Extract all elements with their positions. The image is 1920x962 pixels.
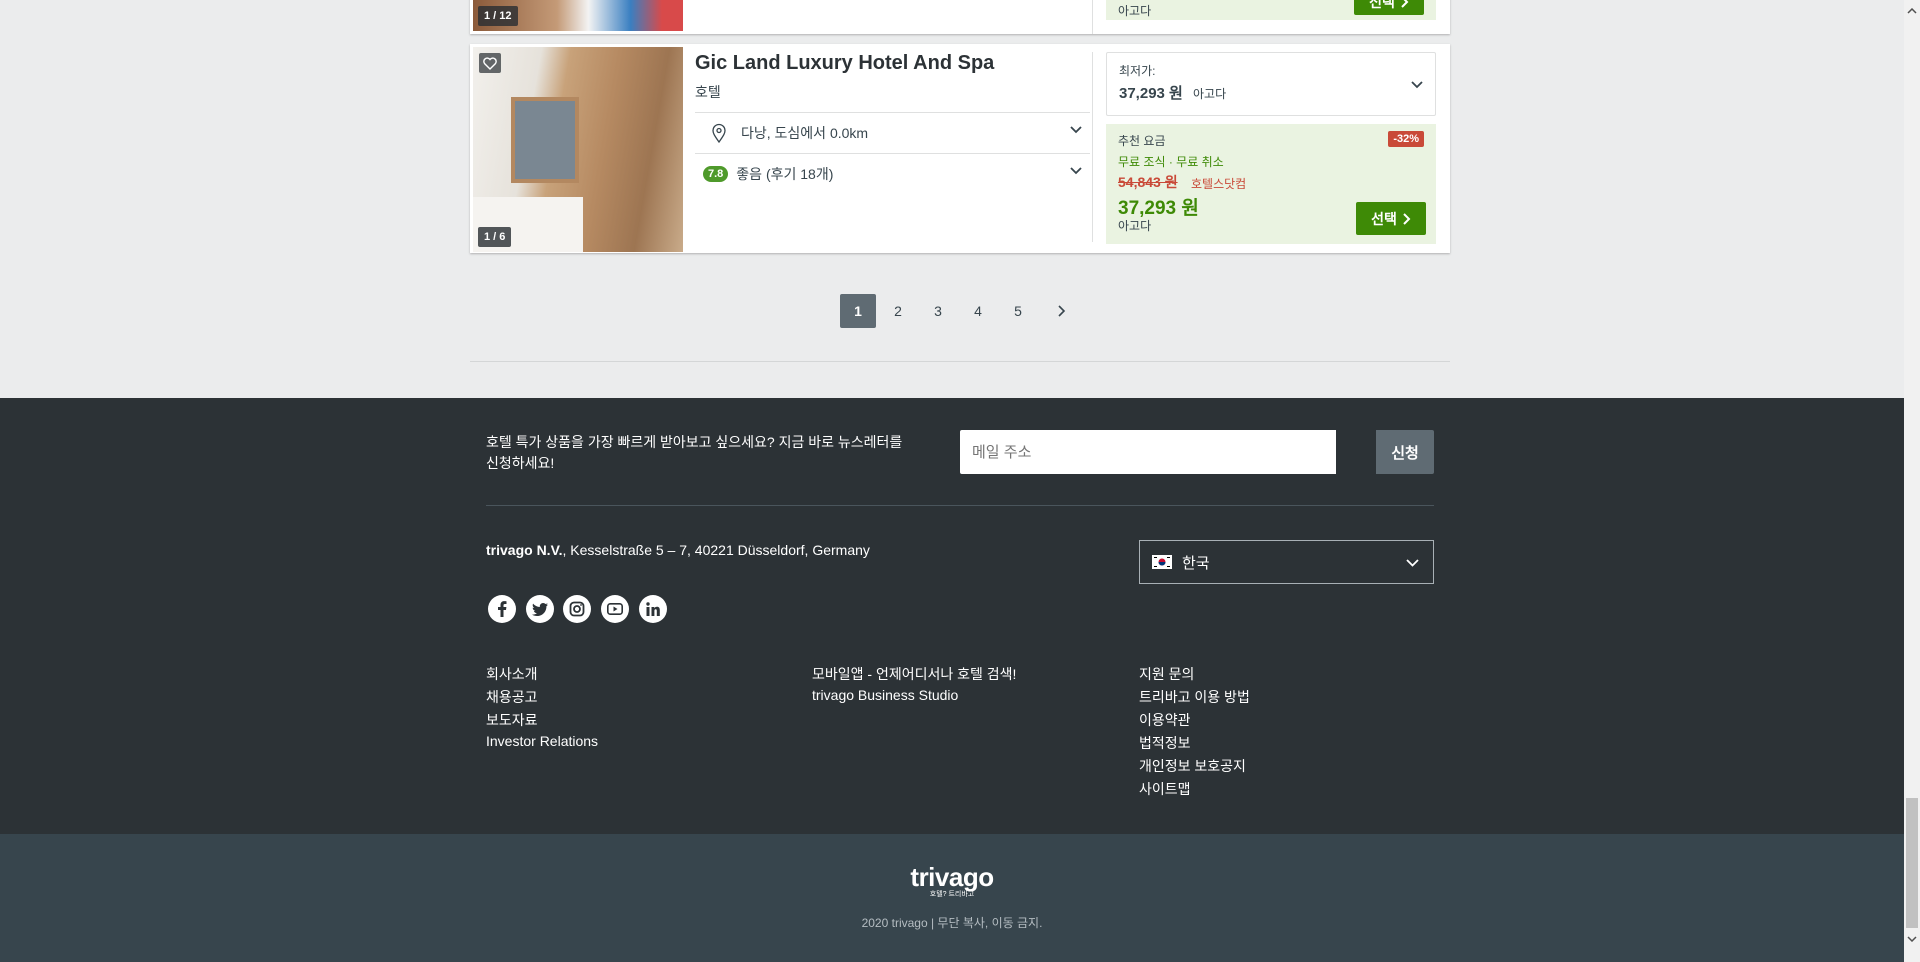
rating-row[interactable]: 7.8 좋음 (후기 18개): [695, 153, 1090, 194]
hotel-image[interactable]: 1 / 6: [473, 47, 683, 252]
hotel-card-previous: 1 / 12 아고다 선택: [470, 0, 1450, 34]
logo-text: trivago: [910, 862, 994, 892]
chevron-down-icon: [1406, 559, 1419, 567]
content-divider: [470, 361, 1450, 362]
footer: 호텔 특가 상품을 가장 빠르게 받아보고 싶으세요? 지금 바로 뉴스레터를 …: [0, 398, 1904, 834]
footer-link-privacy[interactable]: 개인정보 보호공지: [1139, 756, 1246, 776]
hotel-card: 1 / 6 Gic Land Luxury Hotel And Spa 호텔 다…: [470, 44, 1450, 253]
old-price: 54,843 원: [1118, 174, 1178, 190]
copyright: 2020 trivago | 무단 복사, 이동 금지.: [861, 916, 1043, 930]
footer-link-how-to-use[interactable]: 트리바고 이용 방법: [1139, 687, 1250, 707]
footer-link-support[interactable]: 지원 문의: [1139, 664, 1194, 684]
image-counter: 1 / 12: [478, 6, 518, 26]
facebook-icon: [498, 601, 507, 617]
rating-score-badge: 7.8: [703, 166, 729, 182]
deal-price: 37,293 원: [1118, 198, 1199, 219]
youtube-icon: [607, 603, 623, 615]
select-button[interactable]: 선택: [1354, 0, 1424, 15]
recommended-deal: 아고다 선택: [1106, 0, 1436, 20]
card-divider: [1092, 0, 1093, 34]
chevron-down-icon: [1907, 936, 1917, 942]
lowest-price-site: 아고다: [1193, 87, 1227, 101]
footer-link-terms[interactable]: 이용약관: [1139, 710, 1191, 730]
recommended-label: 추천 요금: [1118, 134, 1166, 148]
chevron-right-icon: [1403, 212, 1411, 225]
chevron-right-icon: [1058, 305, 1066, 317]
footer-link-mobile-app[interactable]: 모바일앱 - 언제어디서나 호텔 검색!: [812, 664, 1016, 684]
country-select[interactable]: 한국: [1139, 540, 1434, 584]
location-text: 다낭, 도심에서 0.0km: [741, 125, 869, 141]
logo-tagline: 호텔? 트리바고: [929, 891, 975, 898]
country-selected: 한국: [1182, 554, 1210, 572]
lowest-price-label: 최저가:: [1119, 64, 1156, 78]
recommended-deal: 추천 요금 -32% 무료 조식 · 무료 취소 54,843 원 호텔스닷컴 …: [1106, 124, 1436, 244]
footer-link-jobs[interactable]: 채용공고: [486, 687, 538, 707]
next-page-button[interactable]: [1044, 294, 1080, 328]
footer-link-press[interactable]: 보도자료: [486, 710, 538, 730]
favorite-button[interactable]: [479, 53, 501, 73]
linkedin-icon: [646, 602, 660, 616]
chevron-down-icon: [1070, 126, 1082, 134]
chevron-down-icon: [1070, 167, 1082, 175]
korea-flag-icon: [1152, 555, 1172, 569]
deal-site: 아고다: [1118, 219, 1152, 233]
newsletter-text: 호텔 특가 상품을 가장 빠르게 받아보고 싶으세요? 지금 바로 뉴스레터를 …: [486, 432, 902, 474]
old-price-site: 호텔스닷컴: [1191, 177, 1247, 191]
footer-link-legal[interactable]: 법적정보: [1139, 733, 1191, 753]
chevron-down-icon: [1411, 81, 1423, 89]
scroll-up-arrow[interactable]: [1904, 8, 1920, 20]
heart-icon: [483, 56, 497, 70]
hotel-name[interactable]: Gic Land Luxury Hotel And Spa: [695, 52, 994, 75]
company-name: trivago N.V.: [486, 542, 563, 558]
twitter-link[interactable]: [526, 595, 554, 623]
hotel-image-window: [511, 97, 579, 183]
image-counter: 1 / 6: [478, 227, 512, 247]
footer-link-about[interactable]: 회사소개: [486, 664, 538, 684]
linkedin-link[interactable]: [639, 595, 667, 623]
page-1[interactable]: 1: [840, 294, 876, 328]
footer-divider: [486, 505, 1434, 506]
footer-link-business-studio[interactable]: trivago Business Studio: [812, 687, 958, 703]
select-button[interactable]: 선택: [1356, 202, 1426, 235]
company-address-text: , Kesselstraße 5 – 7, 40221 Düsseldorf, …: [562, 542, 870, 558]
scrollbar-thumb[interactable]: [1906, 798, 1918, 928]
facebook-link[interactable]: [488, 595, 516, 623]
discount-badge: -32%: [1388, 131, 1424, 147]
page-3[interactable]: 3: [920, 294, 956, 328]
page-5[interactable]: 5: [1000, 294, 1036, 328]
lowest-price-box[interactable]: 최저가: 37,293 원 아고다: [1106, 52, 1436, 116]
amenities: 무료 조식 · 무료 취소: [1118, 155, 1224, 169]
trivago-logo[interactable]: trivago 호텔? 트리바고: [0, 864, 1904, 899]
page-4[interactable]: 4: [960, 294, 996, 328]
location-pin-icon: [712, 123, 726, 143]
twitter-icon: [532, 602, 548, 616]
youtube-link[interactable]: [601, 595, 629, 623]
instagram-icon: [569, 601, 585, 617]
newsletter-text-line1: 호텔 특가 상품을 가장 빠르게 받아보고 싶으세요? 지금 바로 뉴스레터를: [486, 434, 903, 450]
hotel-type: 호텔: [695, 84, 721, 100]
footer-link-investor-relations[interactable]: Investor Relations: [486, 733, 598, 749]
footer-link-sitemap[interactable]: 사이트맵: [1139, 779, 1191, 799]
instagram-link[interactable]: [563, 595, 591, 623]
location-row[interactable]: 다낭, 도심에서 0.0km: [695, 112, 1090, 153]
newsletter-text-line2: 신청하세요!: [486, 455, 555, 471]
card-divider: [1092, 52, 1093, 242]
email-input[interactable]: [960, 430, 1336, 474]
company-address: trivago N.V., Kesselstraße 5 – 7, 40221 …: [486, 542, 870, 558]
scroll-down-arrow[interactable]: [1904, 936, 1920, 948]
hotel-image[interactable]: 1 / 12: [473, 0, 683, 31]
booking-site: 아고다: [1118, 4, 1152, 18]
lowest-price-value: 37,293 원: [1119, 85, 1183, 102]
rating-text: 좋음 (후기 18개): [736, 166, 834, 182]
select-label: 선택: [1369, 0, 1395, 10]
subscribe-button[interactable]: 신청: [1376, 430, 1434, 474]
page-2[interactable]: 2: [880, 294, 916, 328]
chevron-right-icon: [1401, 0, 1409, 8]
select-label: 선택: [1371, 210, 1397, 227]
chevron-up-icon: [1907, 8, 1917, 14]
footer-bottom: trivago 호텔? 트리바고 2020 trivago | 무단 복사, 이…: [0, 834, 1904, 962]
